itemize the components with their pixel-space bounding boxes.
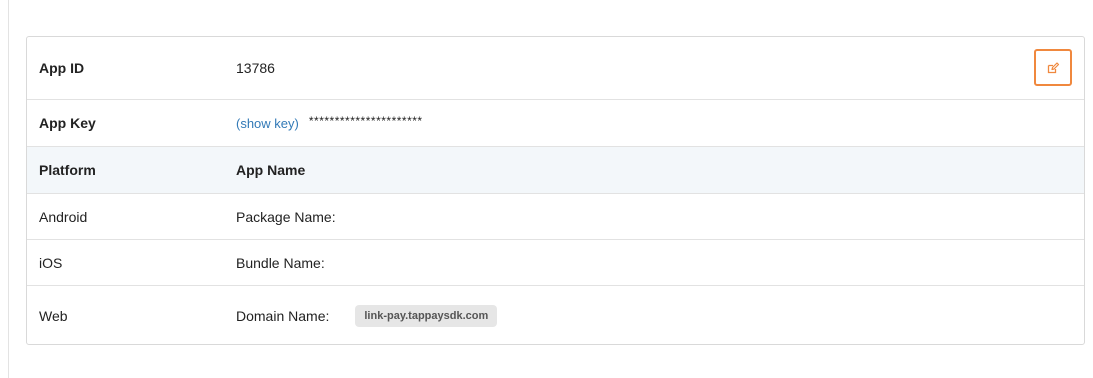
table-row: iOS Bundle Name: (27, 240, 1084, 286)
app-key-value: (show key) ********************** (236, 114, 423, 131)
app-id-row: App ID 13786 (27, 37, 1084, 100)
edit-icon (1047, 61, 1060, 73)
platform-column-header: Platform (39, 162, 96, 178)
app-settings-page: App ID 13786 App Key (show key) ********… (0, 0, 1093, 378)
app-id-value: 13786 (236, 60, 275, 76)
platform-cell: iOS (39, 254, 63, 271)
domain-badge: link-pay.tappaysdk.com (355, 304, 498, 327)
app-key-row: App Key (show key) *********************… (27, 100, 1084, 147)
divider (8, 0, 9, 378)
platform-cell: Web (39, 307, 68, 324)
app-name-column-header: App Name (236, 162, 306, 178)
app-id-label: App ID (39, 60, 85, 76)
show-key-link[interactable]: (show key) (236, 116, 299, 131)
masked-key: ********************** (308, 114, 423, 128)
platform-table-header: Platform App Name (27, 147, 1084, 194)
table-row: Web Domain Name: link-pay.tappaysdk.com (27, 286, 1084, 344)
edit-button[interactable] (1034, 49, 1072, 86)
platform-cell: Android (39, 208, 88, 225)
table-row: Android Package Name: (27, 194, 1084, 240)
app-info-panel: App ID 13786 App Key (show key) ********… (26, 36, 1085, 345)
bundle-name-label: Bundle Name: (236, 254, 325, 271)
package-name-label: Package Name: (236, 208, 336, 225)
domain-name-cell: Domain Name: link-pay.tappaysdk.com (236, 304, 498, 327)
app-key-label: App Key (39, 115, 96, 131)
domain-name-label: Domain Name: (236, 307, 330, 324)
